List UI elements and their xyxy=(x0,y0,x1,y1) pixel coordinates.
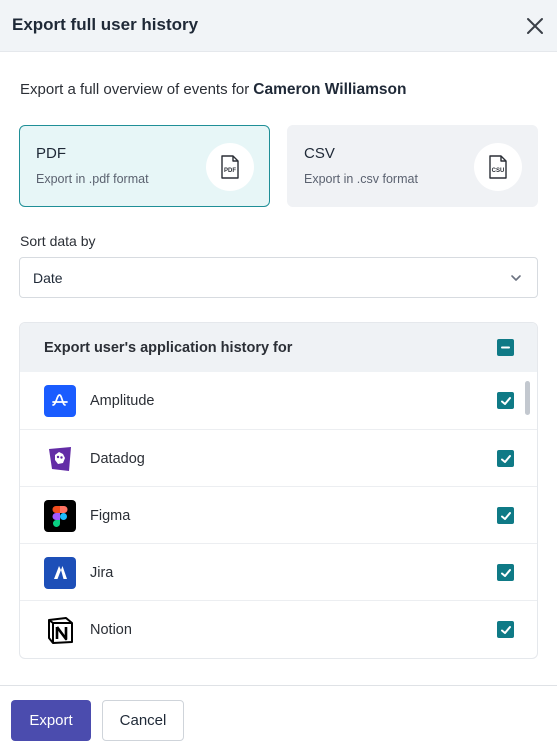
app-name: Jira xyxy=(90,565,114,581)
user-name: Cameron Williamson xyxy=(253,81,407,98)
export-button[interactable]: Export xyxy=(11,700,91,741)
list-item[interactable]: Datadog xyxy=(20,429,537,486)
format-option-pdf[interactable]: PDF Export in .pdf format PDF xyxy=(19,125,270,207)
app-name: Datadog xyxy=(90,451,145,467)
svg-text:CSU: CSU xyxy=(492,168,505,174)
check-icon xyxy=(500,625,511,634)
format-description: Export in .pdf format xyxy=(36,172,149,186)
format-label: PDF xyxy=(36,145,66,162)
check-icon xyxy=(500,568,511,577)
app-history-panel: Export user's application history for Am… xyxy=(19,322,538,659)
pdf-file-icon: PDF xyxy=(206,143,254,191)
app-history-header-label: Export user's application history for xyxy=(44,340,293,356)
app-checkbox[interactable] xyxy=(497,564,514,581)
jira-logo xyxy=(44,557,76,589)
app-checkbox[interactable] xyxy=(497,392,514,409)
amplitude-logo xyxy=(44,385,76,417)
app-name: Notion xyxy=(90,622,132,638)
check-icon xyxy=(500,454,511,463)
check-icon xyxy=(500,396,511,405)
check-icon xyxy=(500,511,511,520)
list-item[interactable]: Figma xyxy=(20,486,537,543)
chevron-down-icon xyxy=(511,275,521,281)
dialog-header: Export full user history xyxy=(0,0,557,52)
csv-file-icon: CSU xyxy=(474,143,522,191)
app-checkbox[interactable] xyxy=(497,507,514,524)
footer-divider xyxy=(0,685,557,686)
format-label: CSV xyxy=(304,145,335,162)
close-button[interactable] xyxy=(520,11,550,41)
app-checkbox[interactable] xyxy=(497,621,514,638)
format-option-csv[interactable]: CSV Export in .csv format CSU xyxy=(287,125,538,207)
select-all-checkbox[interactable] xyxy=(497,339,514,356)
intro-label: Export a full overview of events for xyxy=(20,81,250,98)
dialog-title: Export full user history xyxy=(12,15,199,34)
app-checkbox[interactable] xyxy=(497,450,514,467)
app-history-header: Export user's application history for xyxy=(20,323,537,372)
datadog-logo xyxy=(44,443,76,475)
app-name: Amplitude xyxy=(90,393,155,409)
close-icon xyxy=(527,18,543,34)
scrollbar-thumb[interactable] xyxy=(525,381,530,415)
notion-logo xyxy=(44,614,76,646)
format-description: Export in .csv format xyxy=(304,172,418,186)
svg-text:PDF: PDF xyxy=(224,168,236,174)
list-item[interactable]: Amplitude xyxy=(20,372,537,429)
sort-label: Sort data by xyxy=(20,233,96,249)
sort-select[interactable]: Date xyxy=(19,257,538,298)
figma-logo xyxy=(44,500,76,532)
sort-value: Date xyxy=(33,270,63,286)
app-name: Figma xyxy=(90,508,131,524)
minus-icon xyxy=(501,346,510,349)
intro-text: Export a full overview of events for Came… xyxy=(20,81,406,99)
list-item[interactable]: Notion xyxy=(20,600,537,657)
list-item[interactable]: Jira xyxy=(20,543,537,600)
cancel-button[interactable]: Cancel xyxy=(102,700,184,741)
